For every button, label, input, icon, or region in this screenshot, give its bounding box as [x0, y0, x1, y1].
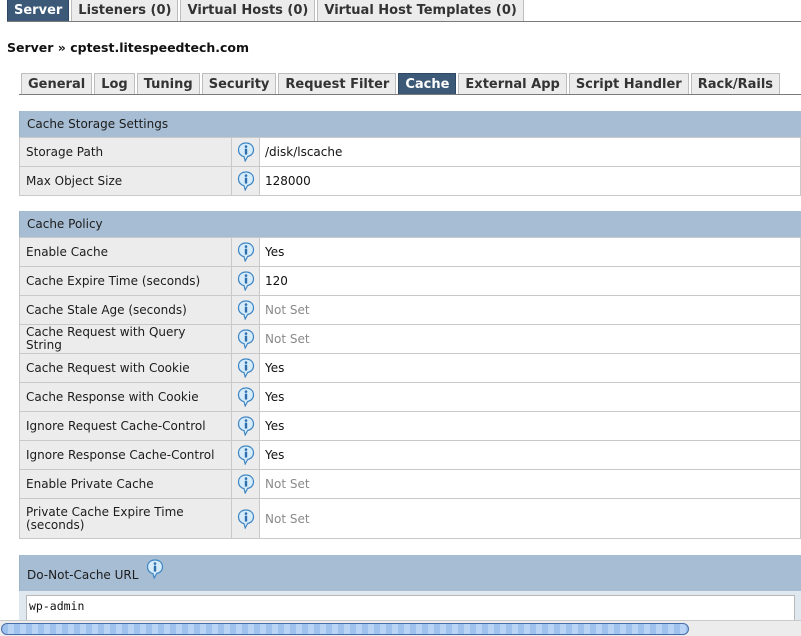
help-cell: [231, 324, 260, 354]
tab-general[interactable]: General: [21, 73, 93, 95]
tab-rack-rails[interactable]: Rack/Rails: [690, 73, 781, 95]
info-icon[interactable]: [237, 416, 255, 437]
horizontal-scrollbar[interactable]: [0, 620, 801, 636]
help-cell: [231, 295, 260, 325]
table-row: Private Cache Expire Time (seconds) Not …: [19, 498, 801, 539]
tab-listeners[interactable]: Listeners (0): [71, 0, 179, 22]
field-label: Cache Expire Time (seconds): [19, 266, 232, 296]
field-label: Private Cache Expire Time (seconds): [19, 498, 232, 539]
top-tab-divider: [7, 21, 801, 22]
field-value: Not Set: [259, 469, 801, 499]
table-row: Ignore Response Cache-Control Yes: [19, 440, 801, 470]
do-not-cache-header[interactable]: Do-Not-Cache URL: [19, 555, 801, 591]
tab-virtual-host-templates[interactable]: Virtual Host Templates (0): [317, 0, 524, 22]
field-value: Yes: [259, 237, 801, 267]
cache-policy-section: Cache Policy Enable Cache Yes Cache Expi…: [19, 211, 801, 539]
info-icon[interactable]: [237, 445, 255, 466]
help-cell: [231, 137, 260, 167]
info-icon[interactable]: [146, 559, 164, 580]
help-cell: [231, 440, 260, 470]
info-icon[interactable]: [237, 329, 255, 350]
table-row: Max Object Size 128000: [19, 166, 801, 196]
help-cell: [231, 382, 260, 412]
field-value: Not Set: [259, 295, 801, 325]
tab-virtual-hosts[interactable]: Virtual Hosts (0): [180, 0, 316, 22]
table-row: Enable Private Cache Not Set: [19, 469, 801, 499]
top-tab-bar: Server Listeners (0) Virtual Hosts (0) V…: [7, 0, 524, 22]
field-label: Cache Request with Cookie: [19, 353, 232, 383]
table-row: Cache Request with Query String Not Set: [19, 324, 801, 354]
field-label: Enable Private Cache: [19, 469, 232, 499]
field-label: Ignore Request Cache-Control: [19, 411, 232, 441]
do-not-cache-section: Do-Not-Cache URL wp-admin: [19, 555, 801, 621]
cache-storage-table: Storage Path /disk/lscache Max Object Si…: [19, 137, 801, 196]
info-icon[interactable]: [237, 271, 255, 292]
breadcrumb: Server » cptest.litespeedtech.com: [7, 40, 250, 55]
info-icon[interactable]: [237, 142, 255, 163]
info-icon[interactable]: [237, 171, 255, 192]
field-value: 120: [259, 266, 801, 296]
field-label: Enable Cache: [19, 237, 232, 267]
info-icon[interactable]: [237, 387, 255, 408]
tab-script-handler[interactable]: Script Handler: [568, 73, 689, 95]
table-row: Cache Expire Time (seconds) 120: [19, 266, 801, 296]
do-not-cache-label: Do-Not-Cache URL: [27, 568, 139, 582]
section-title[interactable]: Cache Policy: [19, 211, 801, 237]
help-cell: [231, 411, 260, 441]
tab-security[interactable]: Security: [201, 73, 277, 95]
info-icon[interactable]: [237, 358, 255, 379]
field-value: Yes: [259, 440, 801, 470]
help-cell: [231, 266, 260, 296]
sub-tab-bar: General Log Tuning Security Request Filt…: [21, 73, 781, 95]
table-row: Cache Request with Cookie Yes: [19, 353, 801, 383]
info-icon[interactable]: [237, 474, 255, 495]
field-value: Yes: [259, 353, 801, 383]
tab-request-filter[interactable]: Request Filter: [278, 73, 397, 95]
field-label: Cache Response with Cookie: [19, 382, 232, 412]
info-icon[interactable]: [237, 242, 255, 263]
table-row: Ignore Request Cache-Control Yes: [19, 411, 801, 441]
field-value: /disk/lscache: [259, 137, 801, 167]
help-cell: [231, 469, 260, 499]
field-value: Not Set: [259, 324, 801, 354]
table-row: Enable Cache Yes: [19, 237, 801, 267]
tab-log[interactable]: Log: [94, 73, 135, 95]
table-row: Storage Path /disk/lscache: [19, 137, 801, 167]
field-value: 128000: [259, 166, 801, 196]
tab-tuning[interactable]: Tuning: [136, 73, 200, 95]
table-row: Cache Stale Age (seconds) Not Set: [19, 295, 801, 325]
help-cell: [231, 237, 260, 267]
field-value: Yes: [259, 411, 801, 441]
info-icon[interactable]: [237, 508, 255, 530]
field-value: Yes: [259, 382, 801, 412]
help-cell: [231, 166, 260, 196]
field-value: Not Set: [259, 498, 801, 539]
do-not-cache-body: wp-admin: [19, 591, 801, 621]
tab-cache[interactable]: Cache: [398, 73, 457, 95]
do-not-cache-textarea[interactable]: wp-admin: [26, 595, 795, 621]
field-label: Ignore Response Cache-Control: [19, 440, 232, 470]
field-label: Max Object Size: [19, 166, 232, 196]
info-icon[interactable]: [237, 300, 255, 321]
help-cell: [231, 353, 260, 383]
tab-server[interactable]: Server: [7, 0, 70, 22]
field-label: Cache Request with Query String: [19, 324, 232, 354]
tab-external-app[interactable]: External App: [458, 73, 567, 95]
sub-tab-divider: [19, 94, 801, 95]
cache-policy-table: Enable Cache Yes Cache Expire Time (seco…: [19, 237, 801, 539]
cache-storage-section: Cache Storage Settings Storage Path /dis…: [19, 111, 801, 196]
field-label: Cache Stale Age (seconds): [19, 295, 232, 325]
table-row: Cache Response with Cookie Yes: [19, 382, 801, 412]
field-label: Storage Path: [19, 137, 232, 167]
scrollbar-thumb[interactable]: [1, 623, 689, 635]
section-title[interactable]: Cache Storage Settings: [19, 111, 801, 137]
help-cell: [231, 498, 260, 539]
